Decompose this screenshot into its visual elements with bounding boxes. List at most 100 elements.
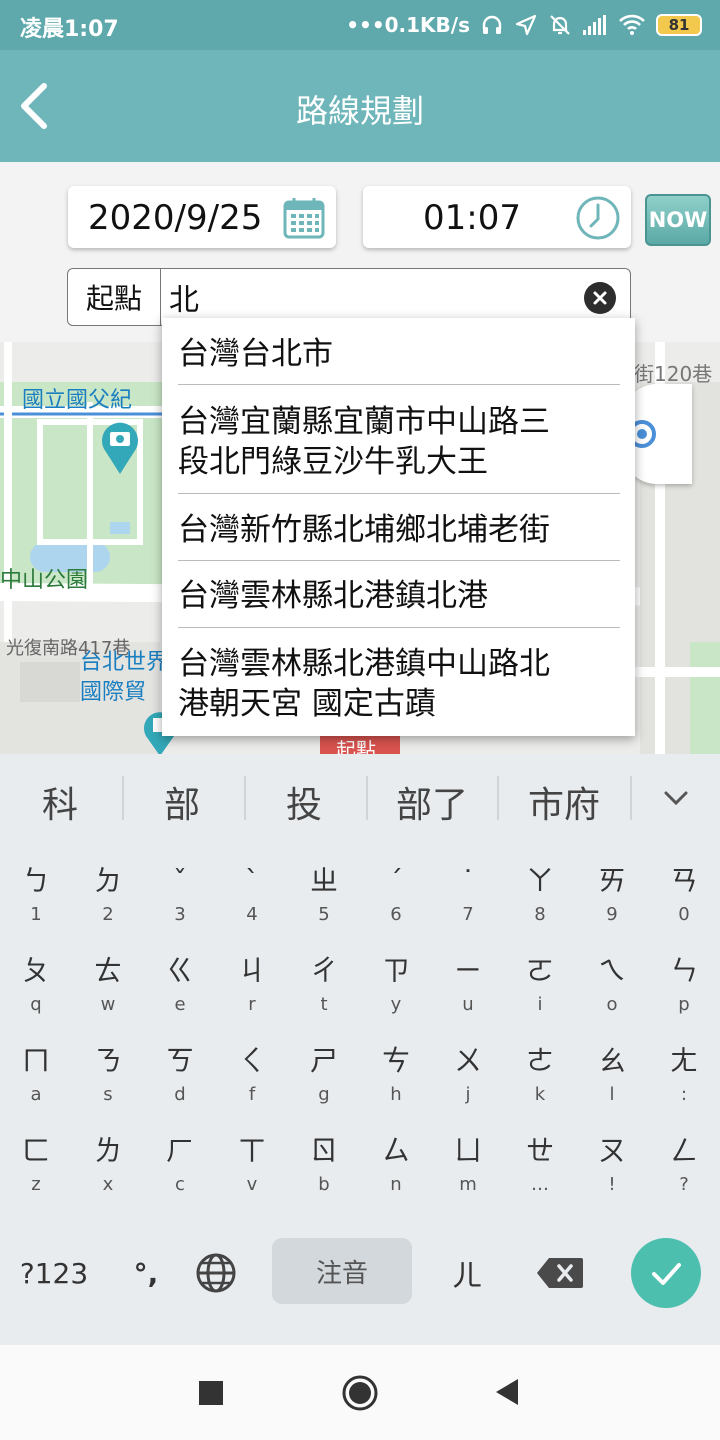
keyboard-key[interactable]: ㄞ9: [576, 864, 648, 925]
keyboard-key[interactable]: ㄔt: [288, 954, 360, 1015]
space-key[interactable]: 注音: [272, 1238, 412, 1304]
keyboard-key[interactable]: ㄠl: [576, 1044, 648, 1105]
keyboard-key[interactable]: ㄘh: [360, 1044, 432, 1105]
divider: [366, 776, 368, 820]
keyboard-key[interactable]: ㄣp: [648, 954, 720, 1015]
start-marker-label: 起點: [336, 738, 376, 754]
suggestion-text: 台灣台北市: [178, 336, 333, 372]
keyboard-key[interactable]: ˋ4: [216, 864, 288, 925]
key-zhuyin-label: ㄒ: [237, 1134, 266, 1167]
key-zhuyin-label: ˋ: [245, 864, 259, 897]
keyboard-key[interactable]: ㄏc: [144, 1134, 216, 1195]
suggestion-text: 台灣宜蘭縣宜蘭市中山路三: [178, 404, 550, 440]
camera-pin-icon[interactable]: [100, 420, 140, 476]
symbols-key[interactable]: ?123: [14, 1240, 94, 1306]
date-picker-field[interactable]: 2020/9/25: [68, 186, 336, 248]
suggestion-text: 台灣新竹縣北埔鄉北埔老街: [178, 512, 550, 548]
keyboard-key[interactable]: ㄟo: [576, 954, 648, 1015]
keyboard-key[interactable]: ㄙn: [360, 1134, 432, 1195]
battery-icon: 81: [656, 14, 702, 36]
key-latin-label: 4: [246, 904, 258, 925]
keyboard-key[interactable]: ㄛi: [504, 954, 576, 1015]
keyboard-key[interactable]: ㄖb: [288, 1134, 360, 1195]
key-latin-label: b: [318, 1174, 330, 1195]
keyboard-key[interactable]: ㄥ?: [648, 1134, 720, 1195]
keyboard-key[interactable]: ㄋs: [72, 1044, 144, 1105]
key-latin-label: t: [320, 994, 328, 1015]
key-latin-label: 5: [318, 904, 330, 925]
enter-key[interactable]: [631, 1238, 701, 1308]
key-latin-label: v: [246, 1174, 258, 1195]
suggestion-item[interactable]: 台灣雲林縣北港鎮中山路北 港朝天宮 國定古蹟: [178, 644, 620, 724]
backspace-key[interactable]: [530, 1240, 590, 1306]
ime-candidate[interactable]: 市府: [505, 776, 623, 828]
keyboard-key[interactable]: ㄈz: [0, 1134, 72, 1195]
keyboard-key[interactable]: ˊ6: [360, 864, 432, 925]
keyboard-key[interactable]: ㄊw: [72, 954, 144, 1015]
ime-candidate[interactable]: 科: [10, 776, 110, 828]
chevron-down-icon[interactable]: [656, 778, 696, 818]
suggestion-item[interactable]: 台灣新竹縣北埔鄉北埔老街: [178, 510, 620, 550]
keyboard-key[interactable]: ˙ 7: [432, 864, 504, 925]
globe-icon: [196, 1253, 236, 1293]
key-latin-label: w: [100, 994, 116, 1015]
key-latin-label: s: [103, 1084, 113, 1105]
clear-input-button[interactable]: [584, 282, 616, 314]
keyboard-key[interactable]: ㄐr: [216, 954, 288, 1015]
language-key[interactable]: [186, 1240, 246, 1306]
key-latin-label: z: [31, 1174, 41, 1195]
now-button[interactable]: NOW: [645, 194, 711, 246]
key-latin-label: p: [678, 994, 690, 1015]
backspace-icon: [537, 1258, 583, 1288]
back-nav-icon[interactable]: [494, 1378, 520, 1406]
key-zhuyin-label: ˊ: [389, 864, 403, 897]
suggestion-item[interactable]: 台灣台北市: [178, 334, 620, 374]
keyboard-key[interactable]: ㄍe: [144, 954, 216, 1015]
home-icon[interactable]: [341, 1374, 379, 1412]
keyboard-key[interactable]: ㄨj: [432, 1044, 504, 1105]
key-zhuyin-label: ㄚ: [525, 864, 554, 897]
checkmark-icon: [652, 1263, 681, 1285]
keyboard-key[interactable]: ㄇa: [0, 1044, 72, 1105]
key-latin-label: u: [462, 994, 474, 1015]
key-latin-label: q: [30, 994, 42, 1015]
start-point-input[interactable]: [169, 275, 569, 319]
key-zhuyin-label: ㄔ: [309, 954, 338, 987]
time-picker-field[interactable]: 01:07: [363, 186, 631, 248]
keyboard-key[interactable]: ㄌx: [72, 1134, 144, 1195]
key-latin-label: l: [609, 1084, 615, 1105]
punctuation-key[interactable]: °,: [118, 1240, 174, 1306]
suggestion-item[interactable]: 台灣雲林縣北港鎮北港: [178, 576, 620, 616]
keyboard-key[interactable]: ㄝ…: [504, 1134, 576, 1195]
key-zhuyin-label: ㄏ: [165, 1134, 194, 1167]
key-zhuyin-label: ㄨ: [453, 1044, 482, 1077]
keyboard-key[interactable]: ㄧu: [432, 954, 504, 1015]
key-zhuyin-label: ㄆ: [21, 954, 50, 987]
suggestion-item[interactable]: 台灣宜蘭縣宜蘭市中山路三 段北門綠豆沙牛乳大王: [178, 402, 620, 482]
ime-candidate[interactable]: 部: [132, 776, 232, 828]
keyboard-key[interactable]: ㄡ!: [576, 1134, 648, 1195]
keyboard-key[interactable]: ㄩm: [432, 1134, 504, 1195]
keyboard-key[interactable]: ㄜk: [504, 1044, 576, 1105]
ime-candidate[interactable]: 部了: [376, 776, 488, 828]
keyboard-key[interactable]: ㄓ5: [288, 864, 360, 925]
keyboard-key[interactable]: ㄅ1: [0, 864, 72, 925]
er-key[interactable]: ㄦ: [432, 1240, 502, 1306]
keyboard-key[interactable]: ˇ3: [144, 864, 216, 925]
keyboard-key[interactable]: ㄎd: [144, 1044, 216, 1105]
keyboard-key[interactable]: ㄑf: [216, 1044, 288, 1105]
keyboard-key[interactable]: ㄕg: [288, 1044, 360, 1105]
recents-icon[interactable]: [198, 1380, 224, 1406]
map-label-world-trade: 台北世界: [80, 650, 169, 675]
keyboard-key[interactable]: ㄒv: [216, 1134, 288, 1195]
keyboard-key[interactable]: ㄤ:: [648, 1044, 720, 1105]
key-latin-label: 2: [102, 904, 114, 925]
keyboard-key[interactable]: ㄢ0: [648, 864, 720, 925]
keyboard-key[interactable]: ㄉ2: [72, 864, 144, 925]
keyboard-key[interactable]: ㄆq: [0, 954, 72, 1015]
suggestion-text: 台灣雲林縣北港鎮北港: [178, 578, 488, 614]
ime-candidate[interactable]: 投: [254, 776, 354, 828]
keyboard-key[interactable]: ㄚ8: [504, 864, 576, 925]
keyboard-key[interactable]: ㄗy: [360, 954, 432, 1015]
suggestion-dropdown: 台灣台北市 台灣宜蘭縣宜蘭市中山路三 段北門綠豆沙牛乳大王 台灣新竹縣北埔鄉北埔…: [162, 318, 635, 736]
